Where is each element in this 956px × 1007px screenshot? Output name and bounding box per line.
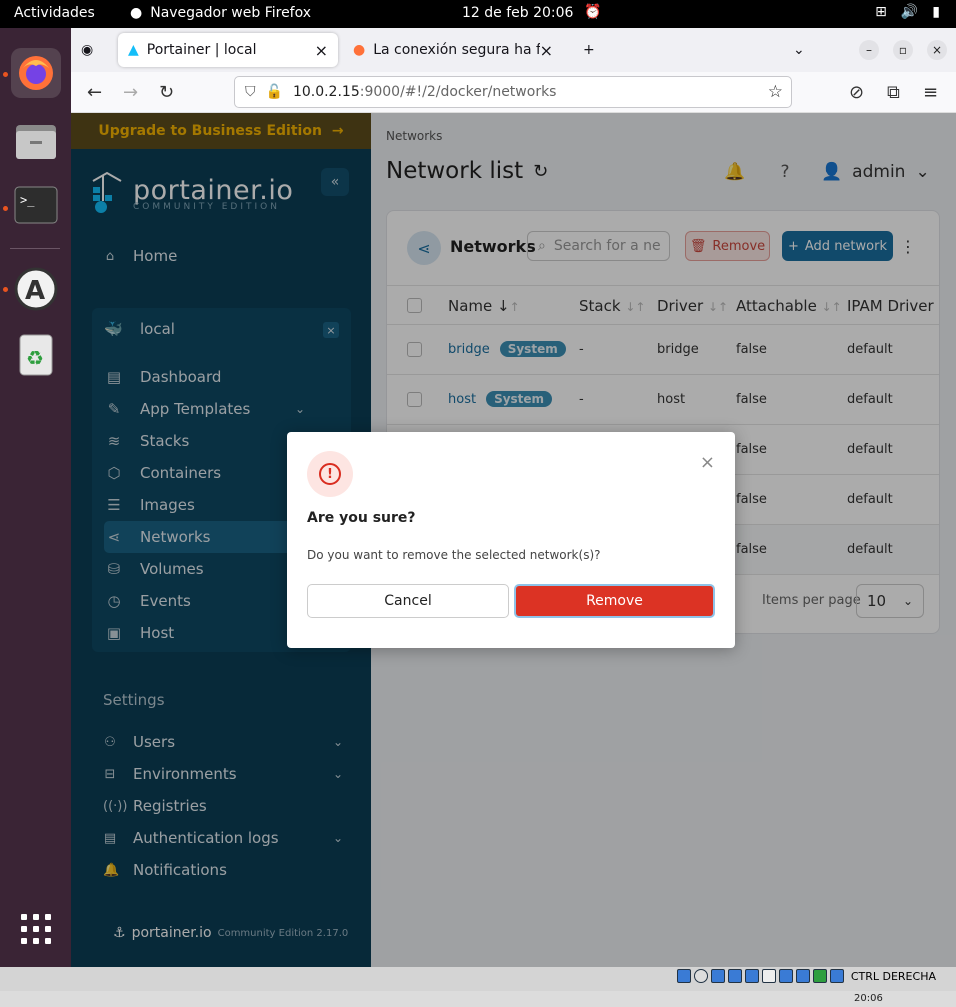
vbox-indicators: CTRL DERECHA [676, 969, 936, 983]
portainer-page: Upgrade to Business Edition → portainer.… [71, 113, 956, 967]
tab-portainer[interactable]: ▲ Portainer | local × [118, 33, 338, 67]
close-window-button[interactable]: × [927, 40, 947, 60]
network-adapter-icon[interactable] [727, 969, 742, 983]
tab-secure-connection[interactable]: ● La conexión segura ha fal × [343, 33, 563, 67]
clock[interactable]: 12 de feb 20:06 [462, 5, 573, 21]
tab-label: Portainer | local [146, 42, 257, 58]
pocket-icon[interactable]: ⊘ [849, 82, 864, 103]
keyboard-capture-icon[interactable] [829, 969, 844, 983]
host-time: 20:06 [854, 993, 883, 1004]
svg-text:A: A [25, 276, 45, 306]
extensions-icon[interactable]: ⧉ [887, 82, 900, 103]
tab-label: La conexión segura ha fal [373, 42, 540, 58]
close-icon[interactable]: × [700, 452, 715, 473]
url-host: 10.0.2.15 [292, 84, 360, 100]
battery-icon: ▮ [932, 4, 940, 20]
dialog-title: Are you sure? [307, 510, 416, 526]
portainer-favicon-icon: ▲ [128, 42, 139, 58]
confirm-dialog: ! × Are you sure? Do you want to remove … [287, 432, 735, 648]
dialog-message: Do you want to remove the selected netwo… [307, 548, 601, 562]
firefox-dock-icon[interactable] [11, 48, 61, 98]
recording-icon[interactable] [795, 969, 810, 983]
running-indicator [3, 206, 8, 211]
warning-icon: ! [307, 451, 353, 497]
close-tab-icon[interactable]: × [540, 41, 553, 60]
new-tab-button[interactable]: + [573, 33, 605, 67]
firefox-view-icon[interactable]: ◉ [81, 33, 103, 67]
svg-text:>_: >_ [20, 193, 35, 207]
reload-icon[interactable]: ↻ [159, 82, 174, 103]
confirm-remove-button[interactable]: Remove [514, 584, 715, 618]
files-dock-icon[interactable] [11, 116, 61, 166]
forward-icon[interactable]: → [123, 82, 138, 103]
system-top-bar: Actividades ● Navegador web Firefox 12 d… [0, 0, 956, 28]
trash-dock-icon[interactable]: ♻ [11, 330, 61, 380]
tab-bar: ◉ ▲ Portainer | local × ● La conexión se… [71, 28, 956, 72]
terminal-dock-icon[interactable]: >_ [11, 180, 61, 230]
dock-separator [10, 248, 60, 249]
back-icon[interactable]: ← [87, 82, 102, 103]
software-updater-dock-icon[interactable]: A [11, 264, 61, 314]
network-icon: ⊞ [875, 4, 887, 20]
maximize-button[interactable]: ▫ [893, 40, 913, 60]
activities-button[interactable]: Actividades [14, 5, 95, 21]
menu-icon[interactable]: ≡ [923, 82, 938, 103]
show-apps-icon[interactable] [11, 904, 61, 954]
close-tab-icon[interactable]: × [315, 41, 328, 60]
virtualbox-status-bar: CTRL DERECHA 20:06 [0, 967, 956, 1007]
system-tray[interactable]: ⊞ 🔊 ▮ [875, 4, 940, 20]
hdd-icon[interactable] [676, 969, 691, 983]
usb-icon[interactable] [744, 969, 759, 983]
volume-icon: 🔊 [900, 4, 919, 20]
display-icon[interactable] [778, 969, 793, 983]
mouse-integration-icon[interactable] [812, 969, 827, 983]
navigation-toolbar: ← → ↻ ⛉ 🔓 10.0.2.15 :9000/#!/2/docker/ne… [71, 72, 956, 113]
active-app-label: Navegador web Firefox [150, 5, 312, 21]
firefox-favicon-icon: ● [353, 42, 366, 58]
active-app-menu[interactable]: ● Navegador web Firefox [130, 5, 311, 21]
cancel-button[interactable]: Cancel [307, 584, 509, 618]
shared-folders-icon[interactable] [761, 969, 776, 983]
ubuntu-dock: >_ A ♻ [0, 28, 71, 967]
url-bar[interactable]: ⛉ 🔓 10.0.2.15 :9000/#!/2/docker/networks… [234, 76, 792, 108]
alarm-icon: ⏰ [584, 4, 602, 20]
firefox-window: ◉ ▲ Portainer | local × ● La conexión se… [71, 28, 956, 967]
list-tabs-chevron-icon[interactable]: ⌄ [783, 33, 815, 67]
svg-text:♻: ♻ [26, 346, 44, 370]
running-indicator [3, 287, 8, 292]
host-key-label: CTRL DERECHA [850, 969, 936, 983]
minimize-button[interactable]: – [859, 40, 879, 60]
bookmark-star-icon[interactable]: ☆ [768, 82, 783, 102]
shield-icon[interactable]: ⛉ [245, 84, 256, 100]
url-path: :9000/#!/2/docker/networks [359, 84, 557, 100]
insecure-lock-icon[interactable]: 🔓 [266, 84, 283, 100]
firefox-app-icon: ● [130, 5, 143, 21]
audio-icon[interactable] [710, 969, 725, 983]
host-taskbar: 20:06 [0, 991, 956, 1007]
optical-drive-icon[interactable] [693, 969, 708, 983]
running-indicator [3, 72, 8, 77]
